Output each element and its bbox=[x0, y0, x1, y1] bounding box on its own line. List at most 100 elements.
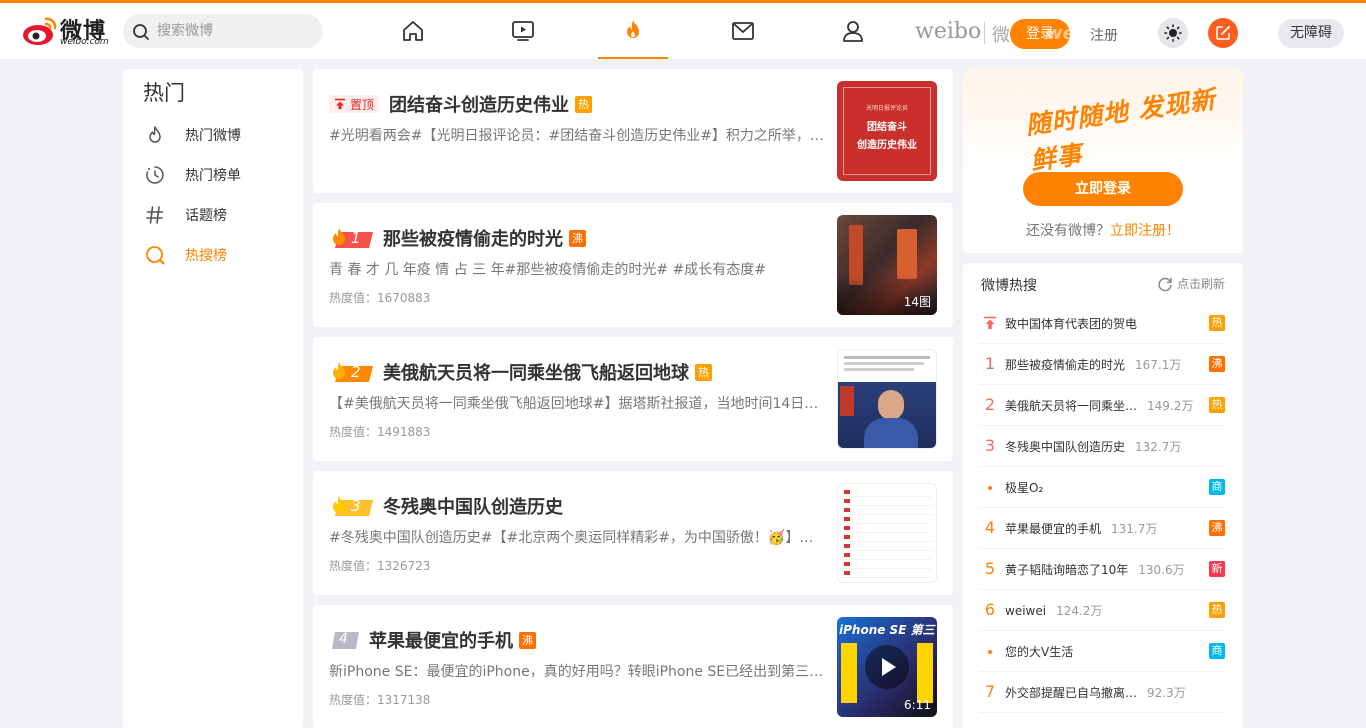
weibo-eye-icon bbox=[23, 17, 57, 45]
sidebar-item-hot-list[interactable]: 热门榜单 bbox=[123, 155, 303, 195]
boiling-tag: 沸 bbox=[519, 631, 536, 649]
hot-fire-icon bbox=[627, 20, 639, 38]
top-navbar: 微博 weibo.com 搜索微博 weibo 登录 weibo 注册 无障碍 bbox=[0, 0, 1366, 59]
feed-card[interactable]: 4 苹果最便宜的手机 沸 新iPhone SE：最便宜的iPhone，真的好用吗… bbox=[313, 605, 953, 728]
sidebar-item-topics[interactable]: 话题榜 bbox=[123, 195, 303, 235]
card-thumbnail[interactable]: 14图 bbox=[837, 215, 937, 315]
rank-badge: 2 bbox=[329, 360, 373, 384]
thumbnail-textline bbox=[844, 368, 914, 371]
card-thumbnail[interactable] bbox=[837, 483, 937, 583]
hot-search-count: 149.2万 bbox=[1147, 399, 1194, 413]
search-circle-icon bbox=[146, 246, 165, 265]
sidebar-item-label: 热门微博 bbox=[185, 128, 241, 144]
hot-value: 热度值：1317138 bbox=[329, 693, 431, 707]
hot-search-item[interactable]: 7 外交部提醒已自乌撤离… 92.3万 bbox=[979, 672, 1225, 713]
sidebar-item-hot-search[interactable]: 热搜榜 bbox=[123, 235, 303, 275]
hot-search-item-ad[interactable]: 您的大V生活 商 bbox=[979, 631, 1225, 672]
thumbnail-flag bbox=[840, 386, 854, 416]
compose-button[interactable] bbox=[1208, 18, 1238, 48]
hot-tag: 热 bbox=[695, 363, 712, 381]
sun-icon bbox=[1164, 24, 1182, 42]
thumbnail-textline bbox=[844, 356, 930, 359]
register-now-link[interactable]: 立即注册！ bbox=[1110, 223, 1180, 239]
nav-video[interactable] bbox=[488, 3, 558, 59]
card-title[interactable]: 团结奋斗创造历史伟业 bbox=[389, 91, 569, 117]
register-link[interactable]: 注册 bbox=[1090, 25, 1118, 45]
card-title[interactable]: 那些被疫情偷走的时光 bbox=[383, 225, 563, 251]
hot-search-item[interactable]: 致中国体育代表团的贺电 热 bbox=[979, 303, 1225, 344]
hot-search-item[interactable]: 4 苹果最便宜的手机 131.7万 沸 bbox=[979, 508, 1225, 549]
hot-search-item[interactable]: 6 weiwei 124.2万 热 bbox=[979, 590, 1225, 631]
hot-search-word: 冬残奥中国队创造历史 132.7万 bbox=[1005, 438, 1181, 455]
rank-number: 5 bbox=[984, 559, 996, 578]
hot-search-count: 132.7万 bbox=[1135, 440, 1182, 454]
hot-search-word: 您的大V生活 bbox=[1005, 645, 1074, 659]
hot-search-word: 极星O₂ bbox=[1005, 481, 1044, 495]
rank-badge: 3 bbox=[329, 494, 373, 518]
boiling-tag: 沸 bbox=[1209, 356, 1225, 372]
video-duration: 6:11 bbox=[904, 698, 931, 712]
sidebar-item-hot-weibo[interactable]: 热门微博 bbox=[123, 115, 303, 155]
theme-toggle-button[interactable] bbox=[1158, 18, 1188, 48]
thumbnail-flags bbox=[844, 490, 850, 576]
hot-search-title: 微博热搜 bbox=[981, 278, 1037, 294]
thumbnail-body bbox=[864, 418, 918, 448]
pinned-badge: 置顶 bbox=[329, 95, 380, 113]
weibo-logo[interactable]: 微博 weibo.com bbox=[22, 13, 112, 49]
video-icon bbox=[512, 21, 534, 41]
login-promo-box: 随时随地 发现新鲜事 立即登录 还没有微博？立即注册！ bbox=[963, 69, 1243, 253]
hot-search-item[interactable]: 5 黄子韬陆询暗恋了10年 130.6万 新 bbox=[979, 549, 1225, 590]
accessibility-button[interactable]: 无障碍 bbox=[1278, 19, 1344, 48]
hot-tag: 热 bbox=[575, 95, 593, 113]
hot-search-item[interactable]: 2 美俄航天员将一同乘坐… 149.2万 热 bbox=[979, 385, 1225, 426]
feed-card[interactable]: 1 那些被疫情偷走的时光 沸 青 春 才 几 年疫 情 占 三 年#那些被疫情偷… bbox=[313, 203, 953, 327]
hot-search-word-text: 那些被疫情偷走的时光 bbox=[1005, 358, 1126, 372]
feed-card[interactable]: 3 冬残奥中国队创造历史 #冬残奥中国队创造历史#【#北京两个奥运同样精彩#，为… bbox=[313, 471, 953, 595]
search-icon bbox=[133, 24, 149, 40]
rank-number: 2 bbox=[984, 395, 996, 414]
hot-search-item-ad[interactable]: 极星O₂ 商 bbox=[979, 467, 1225, 508]
thumbnail-caption: 光明日报评论员 bbox=[865, 105, 908, 112]
video-thumbnail[interactable]: iPhone SE 第三 6:11 bbox=[837, 617, 937, 717]
card-header: 4 苹果最便宜的手机 沸 bbox=[329, 628, 536, 652]
thumbnail-title: 团结奋斗 创造历史伟业 bbox=[857, 122, 917, 151]
nav-hot[interactable] bbox=[598, 3, 668, 59]
thumbnail-banner bbox=[841, 643, 857, 703]
feed-card-pinned[interactable]: 置顶 团结奋斗创造历史伟业 热 #光明看两会#【光明日报评论员：#团结奋斗创造历… bbox=[313, 69, 953, 193]
hot-search-item[interactable]: 1 那些被疫情偷走的时光 167.1万 沸 bbox=[979, 344, 1225, 385]
pin-top-icon bbox=[335, 98, 345, 109]
card-description: 【#美俄航天员将一同乘坐俄飞船返回地球#】据塔斯社报道，当地时间14日，俄罗斯国… bbox=[329, 396, 825, 412]
hot-tag: 热 bbox=[1209, 397, 1225, 413]
login-now-button[interactable]: 立即登录 bbox=[1023, 172, 1183, 206]
refresh-button[interactable]: 点击刷新 bbox=[1157, 275, 1225, 292]
logo-subtext: weibo.com bbox=[60, 37, 109, 47]
rank-number: 6 bbox=[984, 600, 996, 619]
sidebar-title: 热门 bbox=[143, 81, 185, 105]
register-prompt-text: 还没有微博？ bbox=[1026, 223, 1110, 239]
hot-search-word-text: 冬残奥中国队创造历史 bbox=[1005, 440, 1126, 454]
card-title[interactable]: 美俄航天员将一同乘坐俄飞船返回地球 bbox=[383, 359, 689, 385]
feed-card[interactable]: 2 美俄航天员将一同乘坐俄飞船返回地球 热 【#美俄航天员将一同乘坐俄飞船返回地… bbox=[313, 337, 953, 461]
card-thumbnail[interactable]: 光明日报评论员 团结奋斗 创造历史伟业 bbox=[837, 81, 937, 181]
sidebar-item-label: 热搜榜 bbox=[185, 248, 227, 264]
card-title[interactable]: 冬残奥中国队创造历史 bbox=[383, 493, 563, 519]
nav-home[interactable] bbox=[378, 3, 448, 59]
hot-search-item[interactable]: 3 冬残奥中国队创造历史 132.7万 bbox=[979, 426, 1225, 467]
play-button[interactable] bbox=[865, 645, 909, 689]
nav-messages[interactable] bbox=[708, 3, 778, 59]
hot-search-word-text: 美俄航天员将一同乘坐… bbox=[1005, 399, 1138, 413]
hot-search-count: 167.1万 bbox=[1135, 358, 1182, 372]
nav-profile[interactable] bbox=[818, 3, 888, 59]
thumbnail-face bbox=[878, 390, 904, 420]
search-input[interactable] bbox=[157, 14, 317, 48]
image-count: 14图 bbox=[903, 295, 931, 309]
ad-dot bbox=[988, 486, 992, 490]
sidebar-item-label: 热门榜单 bbox=[185, 168, 241, 184]
hot-search-count: 92.3万 bbox=[1147, 686, 1186, 700]
card-title[interactable]: 苹果最便宜的手机 bbox=[369, 627, 513, 653]
hot-value: 热度值：1491883 bbox=[329, 425, 431, 439]
card-thumbnail[interactable] bbox=[837, 349, 937, 449]
fire-outline-icon bbox=[149, 126, 161, 143]
hot-search-word: 苹果最便宜的手机 131.7万 bbox=[1005, 520, 1157, 537]
register-prompt: 还没有微博？立即注册！ bbox=[963, 220, 1243, 240]
